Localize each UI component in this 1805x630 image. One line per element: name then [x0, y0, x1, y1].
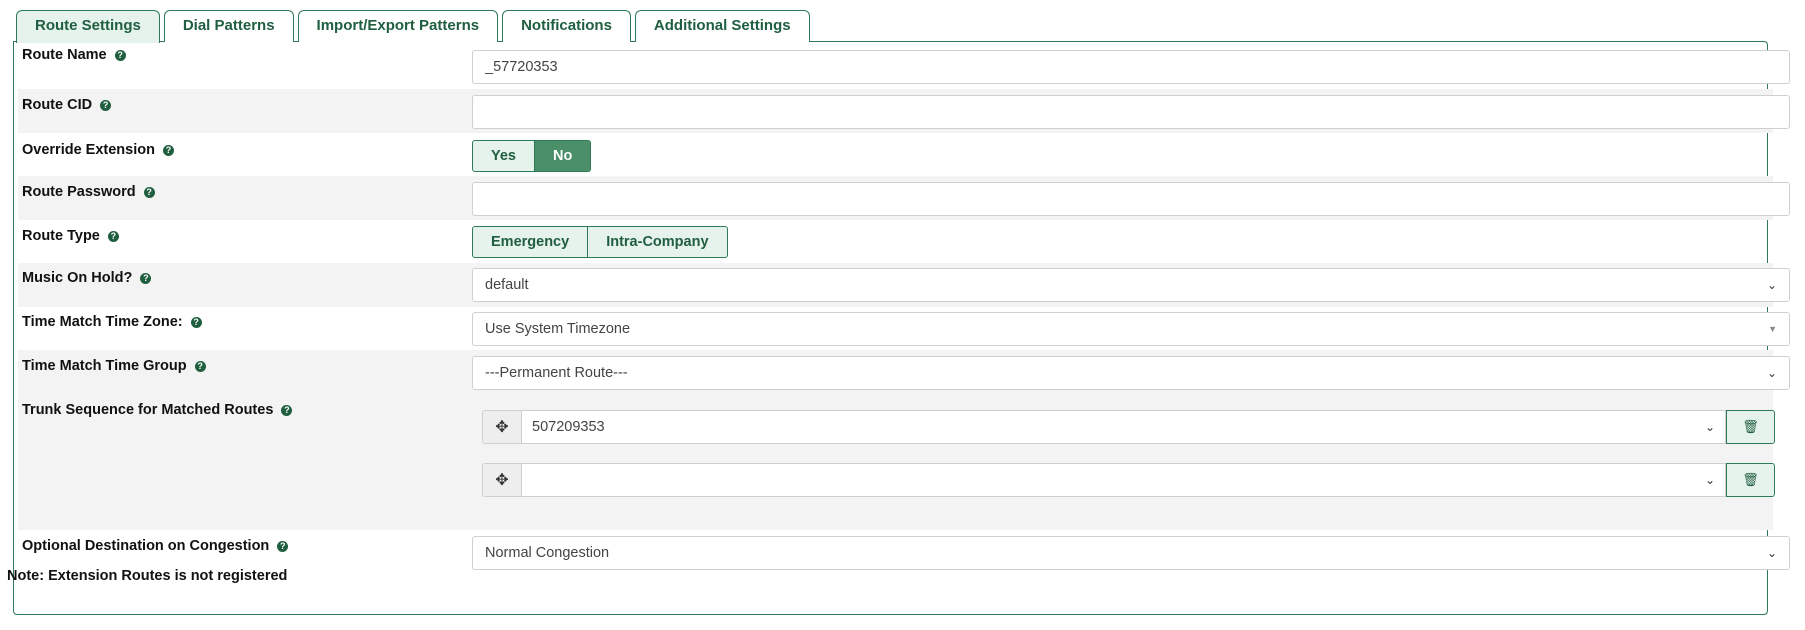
time-group-select[interactable]: ---Permanent Route--- ⌄: [472, 356, 1790, 390]
chevron-down-icon: ⌄: [1766, 546, 1777, 560]
override-extension-yes[interactable]: Yes: [472, 140, 535, 172]
route-cid-label-text: Route CID: [22, 97, 93, 113]
help-icon[interactable]: ?: [143, 186, 155, 198]
help-icon[interactable]: ?: [100, 99, 112, 111]
route-type-toggle: Emergency Intra-Company: [472, 226, 728, 258]
move-arrows-icon[interactable]: ✥: [482, 410, 521, 444]
tab-additional-settings[interactable]: Additional Settings: [634, 10, 810, 42]
trash-icon[interactable]: 🗑: [1726, 410, 1775, 444]
chevron-down-icon: ⌄: [1766, 278, 1777, 292]
tab-notifications[interactable]: Notifications: [502, 10, 631, 42]
music-on-hold-value: default: [485, 277, 529, 293]
route-type-intra-company[interactable]: Intra-Company: [588, 226, 728, 258]
route-type-label-text: Route Type: [22, 228, 100, 244]
time-group-label: Time Match Time Group?: [22, 358, 206, 374]
trunk-sequence-label: Trunk Sequence for Matched Routes?: [22, 402, 293, 418]
tab-dial-patterns[interactable]: Dial Patterns: [163, 10, 294, 42]
override-extension-label: Override Extension?: [22, 142, 174, 158]
help-icon[interactable]: ?: [190, 316, 202, 328]
music-on-hold-label: Music On Hold??: [22, 270, 152, 286]
route-password-label: Route Password?: [22, 184, 155, 200]
congestion-label-text: Optional Destination on Congestion: [22, 538, 270, 554]
help-icon[interactable]: ?: [277, 540, 289, 552]
trunk-item: ✥ ⌄ 🗑: [482, 463, 1775, 497]
time-zone-label: Time Match Time Zone:?: [22, 314, 202, 330]
trunk-sequence-label-text: Trunk Sequence for Matched Routes: [22, 402, 274, 418]
move-arrows-icon[interactable]: ✥: [482, 463, 521, 497]
time-zone-select[interactable]: Use System Timezone ▼: [472, 312, 1790, 346]
help-icon[interactable]: ?: [107, 230, 119, 242]
override-extension-no[interactable]: No: [535, 140, 592, 172]
route-cid-input[interactable]: [472, 95, 1790, 129]
time-zone-label-text: Time Match Time Zone:: [22, 314, 183, 330]
congestion-select[interactable]: Normal Congestion ⌄: [472, 536, 1790, 570]
help-icon[interactable]: ?: [114, 49, 126, 61]
route-name-input[interactable]: [472, 50, 1790, 84]
route-name-label-text: Route Name: [22, 47, 107, 63]
route-name-label: Route Name?: [22, 47, 126, 63]
chevron-down-icon: ⌄: [1704, 473, 1715, 487]
music-on-hold-label-text: Music On Hold?: [22, 270, 133, 286]
route-cid-label: Route CID?: [22, 97, 112, 113]
help-icon[interactable]: ?: [140, 272, 152, 284]
caret-down-icon: ▼: [1768, 324, 1777, 334]
help-icon[interactable]: ?: [281, 404, 293, 416]
congestion-value: Normal Congestion: [485, 545, 610, 561]
congestion-label: Optional Destination on Congestion?: [22, 538, 289, 554]
time-zone-value: Use System Timezone: [485, 321, 631, 337]
trunk-select-value: 507209353: [532, 419, 605, 435]
time-group-label-text: Time Match Time Group: [22, 358, 187, 374]
help-icon[interactable]: ?: [162, 144, 174, 156]
chevron-down-icon: ⌄: [1766, 366, 1777, 380]
override-extension-label-text: Override Extension: [22, 142, 155, 158]
route-type-label: Route Type?: [22, 228, 119, 244]
route-type-emergency[interactable]: Emergency: [472, 226, 589, 258]
time-group-value: ---Permanent Route---: [485, 365, 628, 381]
help-icon[interactable]: ?: [194, 360, 206, 372]
route-password-input[interactable]: [472, 182, 1790, 216]
override-extension-toggle: Yes No: [472, 140, 592, 172]
extension-routes-note: Note: Extension Routes is not registered: [7, 568, 288, 584]
tab-bar: Route Settings Dial Patterns Import/Expo…: [16, 10, 810, 43]
chevron-down-icon: ⌄: [1704, 420, 1715, 434]
trash-icon[interactable]: 🗑: [1726, 463, 1775, 497]
trunk-item: ✥ 507209353 ⌄ 🗑: [482, 410, 1775, 444]
trunk-select[interactable]: ⌄: [521, 463, 1726, 497]
tab-route-settings[interactable]: Route Settings: [16, 10, 160, 43]
music-on-hold-select[interactable]: default ⌄: [472, 268, 1790, 302]
tab-import-export-patterns[interactable]: Import/Export Patterns: [297, 10, 499, 42]
trunk-select[interactable]: 507209353 ⌄: [521, 410, 1726, 444]
route-password-label-text: Route Password: [22, 184, 136, 200]
